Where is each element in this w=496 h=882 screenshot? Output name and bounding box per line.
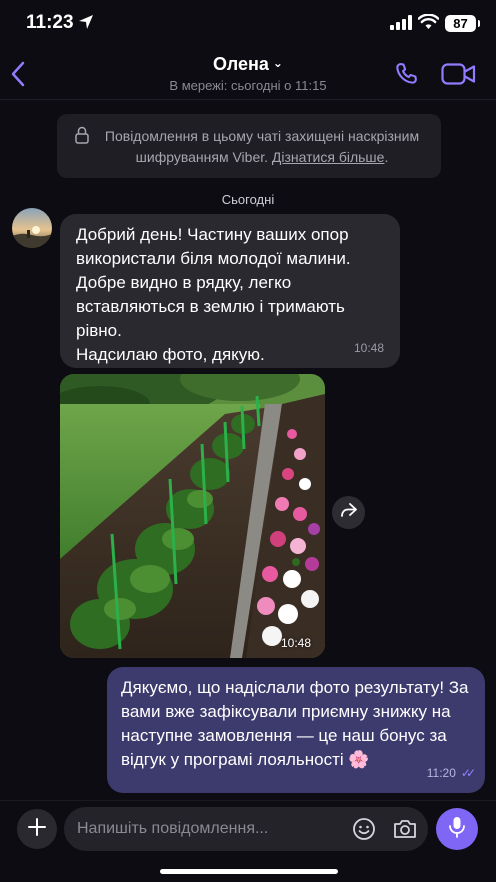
home-indicator	[160, 869, 338, 874]
plus-icon	[27, 817, 47, 842]
status-time: 11:23	[26, 12, 74, 33]
contact-name: Олена	[213, 54, 269, 74]
message-text: Дякуємо, що надіслали фото результату! З…	[121, 678, 469, 769]
read-ticks-icon: ✓✓	[460, 766, 476, 780]
lock-icon	[75, 126, 89, 150]
message-text: Добрий день! Частину ваших опор використ…	[76, 225, 351, 364]
video-call-icon[interactable]	[441, 62, 477, 91]
chat-header: Олена ⌄ В мережі: сьогодні о 11:15	[0, 48, 496, 100]
contact-name-button[interactable]: Олена ⌄	[0, 54, 496, 75]
incoming-message[interactable]: Добрий день! Частину ваших опор використ…	[60, 214, 400, 368]
outgoing-message[interactable]: Дякуємо, що надіслали фото результату! З…	[107, 667, 485, 793]
message-time: 11:20	[426, 766, 456, 780]
message-time: 10:48	[353, 341, 384, 355]
battery-indicator: 87	[445, 15, 480, 32]
message-field	[64, 807, 428, 851]
location-arrow-icon	[78, 14, 94, 35]
message-input[interactable]	[77, 807, 347, 851]
forward-arrow-icon	[340, 502, 358, 523]
date-divider: Сьогодні	[221, 192, 275, 207]
camera-icon[interactable]	[392, 817, 418, 846]
chevron-down-icon: ⌄	[272, 56, 283, 70]
cellular-signal-icon	[390, 15, 412, 35]
forward-button[interactable]	[332, 496, 365, 529]
phone-call-icon[interactable]	[393, 60, 421, 93]
status-bar: 11:23 87	[0, 0, 496, 48]
contact-avatar[interactable]	[12, 208, 52, 248]
incoming-photo[interactable]: 10:48	[60, 374, 325, 658]
message-time-status: 11:20 ✓✓	[426, 761, 476, 785]
presence-status: В мережі: сьогодні о 11:15	[169, 78, 327, 93]
learn-more-link[interactable]: Дізнатися більше	[272, 149, 385, 165]
encryption-notice: Повідомлення в цьому чаті захищені наскр…	[57, 114, 441, 178]
voice-message-button[interactable]	[436, 808, 478, 850]
attach-button[interactable]	[17, 809, 57, 849]
emoji-icon[interactable]	[352, 817, 376, 846]
wifi-icon	[417, 13, 440, 35]
photo-time: 10:48	[280, 636, 311, 650]
microphone-icon	[448, 816, 466, 843]
